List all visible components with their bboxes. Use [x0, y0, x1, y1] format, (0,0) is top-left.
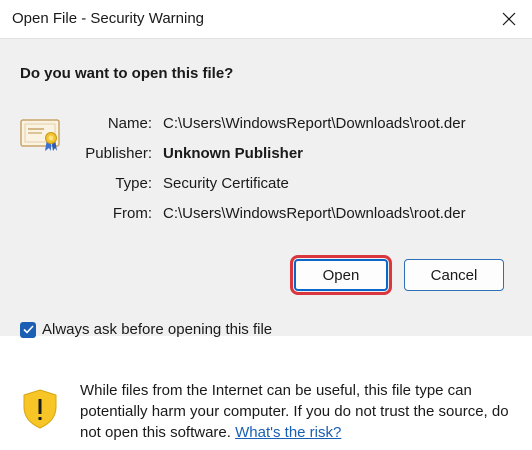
publisher-value: Unknown Publisher	[163, 145, 304, 162]
close-button[interactable]	[486, 0, 532, 38]
warning-message: While files from the Internet can be use…	[80, 380, 510, 443]
cancel-button[interactable]: Cancel	[404, 259, 504, 291]
publisher-label: Publisher:	[85, 145, 152, 162]
whats-the-risk-link[interactable]: What's the risk?	[235, 424, 341, 441]
from-value: C:\Users\WindowsReport\Downloads\root.de…	[163, 205, 466, 222]
window-title: Open File - Security Warning	[12, 10, 205, 27]
always-ask-label: Always ask before opening this file	[42, 321, 273, 338]
checkmark-icon	[22, 325, 34, 334]
close-icon	[502, 12, 516, 26]
warning-footer: While files from the Internet can be use…	[0, 353, 532, 450]
name-label: Name:	[107, 115, 152, 132]
always-ask-checkbox[interactable]	[20, 321, 36, 338]
shield-warning-icon	[22, 389, 58, 434]
always-ask-row: Always ask before opening this file	[20, 321, 272, 338]
type-value: Security Certificate	[163, 175, 289, 192]
question-heading: Do you want to open this file?	[20, 65, 234, 82]
certificate-icon	[20, 117, 60, 158]
name-value: C:\Users\WindowsReport\Downloads\root.de…	[163, 115, 466, 132]
open-button[interactable]: Open	[290, 255, 392, 295]
from-label: From:	[112, 205, 152, 222]
type-label: Type:	[115, 175, 152, 192]
title-bar: Open File - Security Warning	[0, 0, 532, 38]
dialog-body: Do you want to open this file? Name: C:\…	[0, 38, 532, 338]
